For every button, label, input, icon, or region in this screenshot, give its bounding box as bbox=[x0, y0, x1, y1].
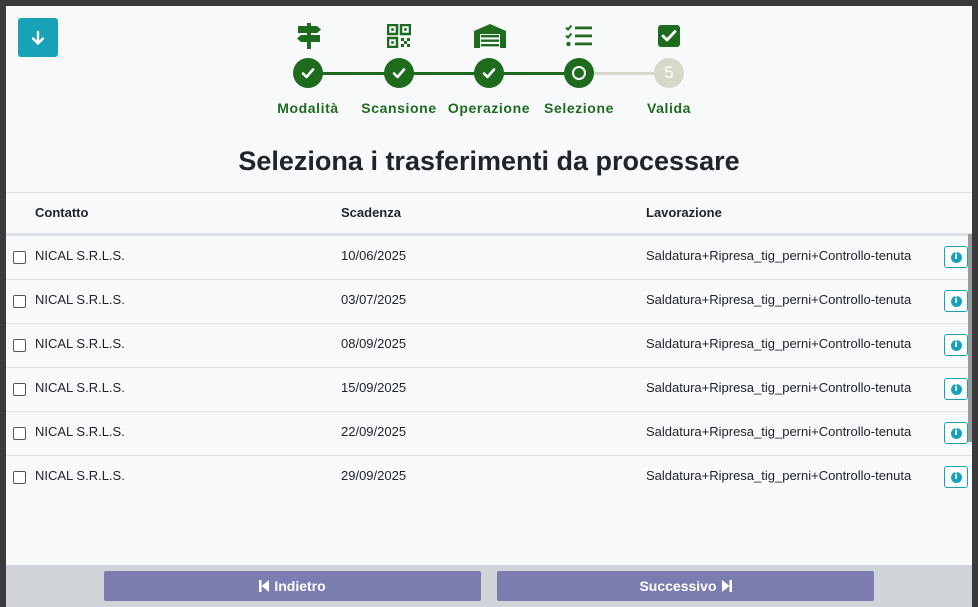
cell-due-date: 29/09/2025 bbox=[341, 468, 407, 483]
current-step-ring bbox=[572, 66, 586, 80]
row-checkbox[interactable] bbox=[13, 383, 26, 396]
cell-due-date: 15/09/2025 bbox=[341, 380, 407, 395]
step-backward-icon bbox=[259, 580, 270, 592]
footer-bar: Indietro Successivo bbox=[6, 565, 972, 607]
table-row[interactable]: NICAL S.R.L.S. 22/09/2025 Saldatura+Ripr… bbox=[6, 412, 972, 456]
step-2-circle[interactable] bbox=[384, 58, 414, 88]
check-square-icon bbox=[655, 22, 683, 50]
signpost-icon bbox=[295, 22, 323, 50]
next-button[interactable]: Successivo bbox=[497, 571, 874, 601]
cell-due-date: 08/09/2025 bbox=[341, 336, 407, 351]
table-header: Contatto Scadenza Lavorazione bbox=[6, 192, 972, 236]
info-button[interactable]: i bbox=[944, 466, 968, 488]
step-1-circle[interactable] bbox=[293, 58, 323, 88]
header-contact[interactable]: Contatto bbox=[35, 205, 88, 220]
app-frame: Modalità Scansione Operazione Selezione … bbox=[6, 6, 972, 607]
back-button[interactable]: Indietro bbox=[104, 571, 481, 601]
cell-contact: NICAL S.R.L.S. bbox=[35, 292, 125, 307]
info-button[interactable]: i bbox=[944, 246, 968, 268]
step-5-label: Valida bbox=[646, 100, 692, 116]
stepper: Modalità Scansione Operazione Selezione … bbox=[6, 6, 972, 126]
tasks-icon bbox=[565, 22, 593, 50]
info-icon: i bbox=[950, 471, 962, 483]
cell-due-date: 10/06/2025 bbox=[341, 248, 407, 263]
info-button[interactable]: i bbox=[944, 290, 968, 312]
info-icon: i bbox=[950, 339, 962, 351]
cell-due-date: 22/09/2025 bbox=[341, 424, 407, 439]
row-checkbox[interactable] bbox=[13, 471, 26, 484]
table-scrollbar[interactable] bbox=[968, 234, 972, 442]
transfers-table: Contatto Scadenza Lavorazione NICAL S.R.… bbox=[6, 192, 972, 499]
info-button[interactable]: i bbox=[944, 334, 968, 356]
cell-work: Saldatura+Ripresa_tig_perni+Controllo-te… bbox=[646, 424, 912, 439]
cell-work: Saldatura+Ripresa_tig_perni+Controllo-te… bbox=[646, 380, 912, 395]
back-button-label: Indietro bbox=[274, 578, 326, 594]
cell-work: Saldatura+Ripresa_tig_perni+Controllo-te… bbox=[646, 468, 912, 483]
next-button-label: Successivo bbox=[639, 578, 717, 594]
header-due-date[interactable]: Scadenza bbox=[341, 205, 401, 220]
cell-work: Saldatura+Ripresa_tig_perni+Controllo-te… bbox=[646, 248, 912, 263]
cell-contact: NICAL S.R.L.S. bbox=[35, 380, 125, 395]
info-icon: i bbox=[950, 383, 962, 395]
warehouse-icon bbox=[473, 22, 507, 50]
cell-due-date: 03/07/2025 bbox=[341, 292, 407, 307]
row-checkbox[interactable] bbox=[13, 427, 26, 440]
info-icon: i bbox=[950, 251, 962, 263]
table-row[interactable]: NICAL S.R.L.S. 29/09/2025 Saldatura+Ripr… bbox=[6, 456, 972, 499]
table-row[interactable]: NICAL S.R.L.S. 08/09/2025 Saldatura+Ripr… bbox=[6, 324, 972, 368]
info-icon: i bbox=[950, 295, 962, 307]
info-button[interactable]: i bbox=[944, 378, 968, 400]
step-4-circle[interactable] bbox=[564, 58, 594, 88]
cell-work: Saldatura+Ripresa_tig_perni+Controllo-te… bbox=[646, 292, 912, 307]
row-checkbox[interactable] bbox=[13, 251, 26, 264]
cell-contact: NICAL S.R.L.S. bbox=[35, 248, 125, 263]
step-forward-icon bbox=[721, 580, 732, 592]
table-row[interactable]: NICAL S.R.L.S. 03/07/2025 Saldatura+Ripr… bbox=[6, 280, 972, 324]
page-title: Seleziona i trasferimenti da processare bbox=[238, 146, 740, 176]
step-5-circle[interactable]: 5 bbox=[654, 58, 684, 88]
row-checkbox[interactable] bbox=[13, 339, 26, 352]
cell-contact: NICAL S.R.L.S. bbox=[35, 336, 125, 351]
info-button[interactable]: i bbox=[944, 422, 968, 444]
step-3-circle[interactable] bbox=[474, 58, 504, 88]
table-row[interactable]: NICAL S.R.L.S. 10/06/2025 Saldatura+Ripr… bbox=[6, 236, 972, 280]
cell-contact: NICAL S.R.L.S. bbox=[35, 468, 125, 483]
row-checkbox[interactable] bbox=[13, 295, 26, 308]
header-work[interactable]: Lavorazione bbox=[646, 205, 722, 220]
table-row[interactable]: NICAL S.R.L.S. 15/09/2025 Saldatura+Ripr… bbox=[6, 368, 972, 412]
stepper-progress-line bbox=[308, 72, 584, 75]
info-icon: i bbox=[950, 427, 962, 439]
cell-contact: NICAL S.R.L.S. bbox=[35, 424, 125, 439]
qrcode-icon bbox=[385, 22, 413, 50]
cell-work: Saldatura+Ripresa_tig_perni+Controllo-te… bbox=[646, 336, 912, 351]
